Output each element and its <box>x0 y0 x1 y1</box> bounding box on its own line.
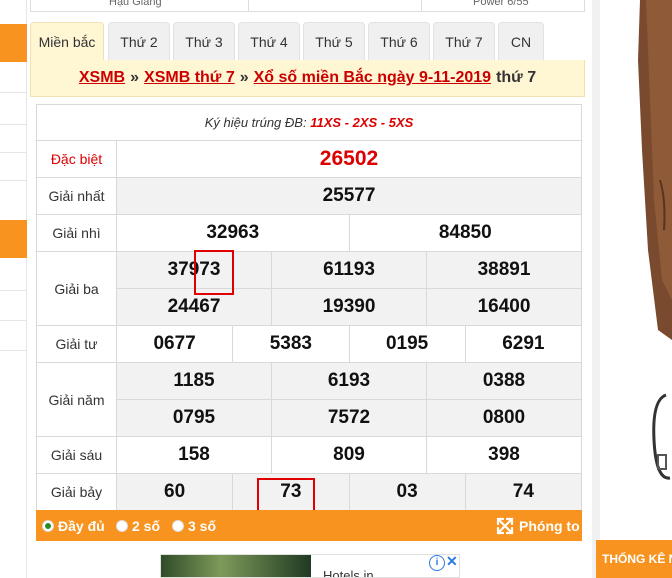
prize-number: 25577 <box>116 177 582 215</box>
option-full[interactable]: Đầy đủ <box>42 510 105 541</box>
date-result-link[interactable]: Xổ số miền Bắc ngày 9-11-2019 <box>254 69 491 87</box>
prize-row-giai-nam: Giải năm 1185 6193 0388 <box>36 362 582 437</box>
prize-label: Giải nhất <box>36 177 117 215</box>
prize-label: Giải năm <box>36 362 117 437</box>
prize-number: 16400 <box>426 288 582 326</box>
ad-close-icon[interactable]: ✕ <box>446 555 458 570</box>
prize-number: 0677 <box>115 325 234 363</box>
prize-number: 1185 <box>116 362 272 400</box>
strip-left-text[interactable]: Hậu Giang <box>109 0 162 8</box>
prize-label: Giải bảy <box>36 473 117 511</box>
prize-number: 26502 <box>116 140 582 178</box>
right-ad-image[interactable] <box>600 0 672 535</box>
special-code-label: Ký hiệu trúng ĐB: <box>204 115 307 130</box>
tab-cn[interactable]: CN <box>498 22 544 62</box>
prize-row-giai-ba: Giải ba 37973 61193 38891 <box>36 251 582 326</box>
region-tabs: Miền bắc Thứ 2 Thứ 3 Thứ 4 Thứ 5 Thứ 6 T… <box>30 22 585 62</box>
divider <box>0 180 27 181</box>
prize-number: 0795 <box>116 399 272 437</box>
results-title: XSMB » XSMB thứ 7 » Xổ số miền Bắc ngày … <box>30 60 585 97</box>
strip-right-text[interactable]: Power 6/55 <box>473 0 529 8</box>
option-2-digits[interactable]: 2 số <box>116 510 160 541</box>
divider <box>0 320 27 321</box>
special-code-row: Ký hiệu trúng ĐB: 11XS - 2XS - 5XS <box>36 104 582 141</box>
prize-number: 60 <box>115 473 234 511</box>
option-full-label: Đầy đủ <box>58 517 105 534</box>
prize-number: 0800 <box>426 399 582 437</box>
tab-thu-6[interactable]: Thứ 6 <box>368 22 430 62</box>
prize-number: 38891 <box>426 251 582 289</box>
prize-number: 0195 <box>348 325 466 363</box>
highlight-box <box>194 250 234 295</box>
option-3-label: 3 số <box>188 517 217 534</box>
prize-number: 61193 <box>271 251 427 289</box>
option-3-digits[interactable]: 3 số <box>172 510 216 541</box>
zoom-label: Phóng to <box>519 517 580 534</box>
left-sidebar-header <box>0 24 27 62</box>
option-2-label: 2 số <box>132 517 161 534</box>
ad-info-icon[interactable]: i <box>429 555 445 571</box>
divider <box>0 92 27 93</box>
prize-label: Giải sáu <box>36 436 117 474</box>
left-sidebar-edge <box>0 0 27 578</box>
prize-label: Giải tư <box>36 325 117 363</box>
prize-row-giai-tu: Giải tư 0677 5383 0195 6291 <box>36 325 583 363</box>
prize-number: 158 <box>116 436 272 474</box>
radio-icon[interactable] <box>42 519 54 532</box>
prize-number: 0388 <box>426 362 582 400</box>
breadcrumb-separator: » <box>239 69 249 86</box>
breadcrumb-separator: » <box>130 69 140 86</box>
special-code-values: 11XS - 2XS - 5XS <box>310 115 414 130</box>
tab-thu-4[interactable]: Thứ 4 <box>238 22 300 62</box>
prize-number: 809 <box>271 436 427 474</box>
prize-row-giai-sau: Giải sáu 158 809 398 <box>36 436 582 474</box>
prize-number: 6291 <box>464 325 583 363</box>
quick-stats-banner[interactable]: THỐNG KÊ NHANH <box>596 540 672 578</box>
prize-row-giai-nam: 0795 7572 0800 <box>37 399 582 437</box>
top-results-strip: Hậu Giang Power 6/55 <box>30 0 585 12</box>
left-sidebar-header <box>0 220 27 258</box>
prize-number: 6193 <box>271 362 427 400</box>
prize-row-giai-ba: 24467 19390 16400 <box>37 288 582 326</box>
prize-row-dac-biet: Đặc biệt 26502 <box>36 140 582 178</box>
prize-number: 74 <box>464 473 583 511</box>
tab-thu-2[interactable]: Thứ 2 <box>108 22 170 62</box>
prize-number: 19390 <box>271 288 427 326</box>
special-code-cell: Ký hiệu trúng ĐB: 11XS - 2XS - 5XS <box>36 104 582 141</box>
radio-icon[interactable] <box>116 519 128 532</box>
display-options-bar: Đầy đủ 2 số 3 số Phóng to <box>36 510 582 541</box>
xsmb-link[interactable]: XSMB <box>79 69 125 87</box>
zoom-button[interactable]: Phóng to <box>496 510 580 541</box>
prize-number: 03 <box>348 473 466 511</box>
divider <box>0 124 27 125</box>
lottery-results-table: Ký hiệu trúng ĐB: 11XS - 2XS - 5XS Đặc b… <box>36 104 583 511</box>
prize-row-giai-nhi: Giải nhì 32963 84850 <box>36 214 582 252</box>
prize-label: Giải ba <box>36 251 117 326</box>
radio-icon[interactable] <box>172 519 184 532</box>
prize-label: Giải nhì <box>36 214 117 252</box>
prize-label: Đặc biệt <box>36 140 117 178</box>
prize-number: 32963 <box>116 214 350 252</box>
column-divider <box>592 0 600 578</box>
prize-number: 7572 <box>271 399 427 437</box>
prize-number: 5383 <box>232 325 350 363</box>
ad-text[interactable]: Hotels in <box>323 568 374 577</box>
xsmb-thu-7-link[interactable]: XSMB thứ 7 <box>144 69 235 87</box>
prize-number: 84850 <box>348 214 582 252</box>
divider <box>0 350 27 351</box>
divider <box>0 152 27 153</box>
tab-thu-7[interactable]: Thứ 7 <box>433 22 495 62</box>
expand-icon <box>496 517 514 534</box>
tab-thu-3[interactable]: Thứ 3 <box>173 22 235 62</box>
weekday-label: thứ 7 <box>496 69 537 86</box>
divider <box>0 290 27 291</box>
prize-row-giai-nhat: Giải nhất 25577 <box>36 177 582 215</box>
ad-banner[interactable]: Hotels in i ✕ <box>160 554 460 578</box>
ad-image[interactable] <box>161 555 311 577</box>
prize-number: 398 <box>426 436 582 474</box>
tab-thu-5[interactable]: Thứ 5 <box>303 22 365 62</box>
tab-mien-bac[interactable]: Miền bắc <box>30 22 104 62</box>
bag-image-icon <box>638 0 672 480</box>
